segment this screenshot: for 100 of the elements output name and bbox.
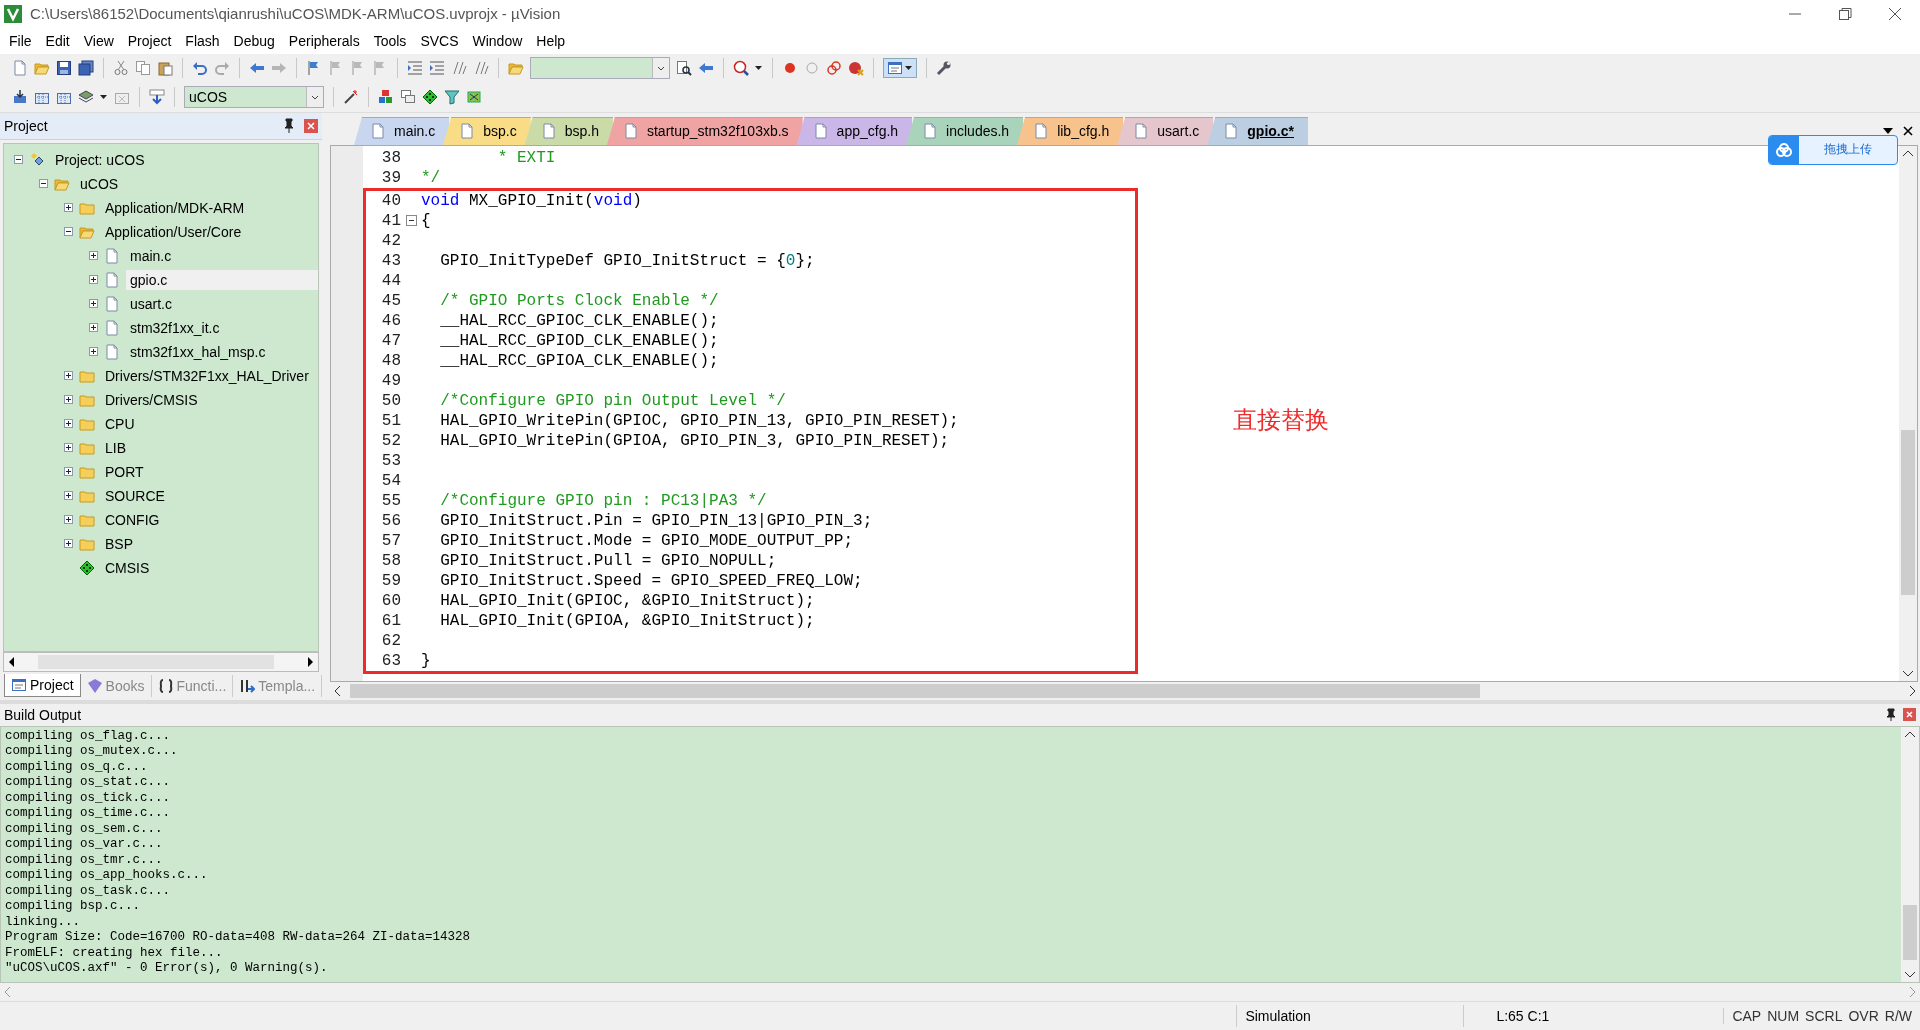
- scrollbar[interactable]: [1901, 726, 1919, 983]
- tree-toggle[interactable]: [39, 179, 48, 189]
- tree-toggle[interactable]: [89, 275, 98, 285]
- scrollbar-thumb[interactable]: [1903, 905, 1917, 961]
- menu-item[interactable]: Tools: [366, 29, 414, 52]
- editor-tab[interactable]: startup_stm32f103xb.s: [606, 116, 803, 145]
- indent-icon[interactable]: [407, 60, 423, 77]
- tree-toggle[interactable]: [64, 371, 73, 381]
- download-icon[interactable]: [149, 89, 165, 106]
- close-icon[interactable]: [1887, 5, 1903, 22]
- undo-icon[interactable]: [192, 60, 208, 77]
- editor-tab[interactable]: bsp.c: [443, 116, 531, 145]
- copy-icon[interactable]: [135, 60, 151, 77]
- menu-item[interactable]: Debug: [226, 29, 282, 52]
- tree-toggle[interactable]: [64, 203, 73, 213]
- tree-toggle[interactable]: [89, 347, 98, 357]
- tree-item[interactable]: Project: uCOS: [51, 149, 149, 170]
- tree-toggle[interactable]: [89, 251, 98, 261]
- restore-icon[interactable]: [1837, 5, 1853, 22]
- tree-item[interactable]: stm32f1xx_it.c: [126, 317, 224, 338]
- slash-lines-icon[interactable]: [451, 60, 467, 77]
- functions-icon: [157, 677, 174, 694]
- menu-item[interactable]: Help: [529, 29, 573, 52]
- scrollbar[interactable]: [3, 651, 319, 672]
- tree-item[interactable]: gpio.c: [126, 269, 318, 290]
- tree-toggle[interactable]: [14, 155, 23, 165]
- tree-item[interactable]: CMSIS: [101, 557, 154, 578]
- menu-item[interactable]: SVCS: [413, 29, 466, 52]
- tree-toggle[interactable]: [64, 395, 73, 405]
- tree-toggle[interactable]: [64, 443, 73, 453]
- line-number: 44: [380, 270, 401, 291]
- target-combo[interactable]: uCOS: [184, 86, 324, 109]
- tree-toggle[interactable]: [64, 419, 73, 429]
- tree-toggle[interactable]: [64, 515, 73, 525]
- tree-item[interactable]: CONFIG: [101, 509, 164, 530]
- paste-icon[interactable]: [157, 60, 173, 77]
- tree-toggle[interactable]: [64, 227, 73, 237]
- scrollbar-thumb[interactable]: [1901, 429, 1915, 595]
- menu-item[interactable]: Edit: [38, 29, 77, 52]
- tree-item[interactable]: PORT: [101, 461, 148, 482]
- file-search-icon[interactable]: [676, 60, 692, 77]
- tree-item[interactable]: Drivers/STM32F1xx_HAL_Driver: [101, 365, 313, 386]
- breakpoint-remove-icon[interactable]: [848, 60, 864, 77]
- tree-item[interactable]: BSP: [101, 533, 137, 554]
- tree-item[interactable]: stm32f1xx_hal_msp.c: [126, 341, 270, 362]
- tree-item[interactable]: LIB: [101, 437, 130, 458]
- save-all-icon[interactable]: [78, 60, 94, 77]
- save-icon[interactable]: [56, 60, 72, 77]
- tree-item[interactable]: Application/User/Core: [101, 221, 246, 242]
- cut-icon[interactable]: [113, 60, 129, 77]
- menu-item[interactable]: File: [2, 29, 39, 52]
- window-layout-button[interactable]: [883, 58, 917, 79]
- editor-tab[interactable]: main.c: [354, 116, 450, 145]
- tree-item[interactable]: main.c: [126, 245, 176, 266]
- scrollbar[interactable]: [1899, 145, 1917, 681]
- blocks-icon[interactable]: [378, 89, 394, 106]
- tree-item[interactable]: usart.c: [126, 293, 176, 314]
- line-number: 59: [380, 570, 401, 591]
- funnel-icon[interactable]: [444, 89, 460, 106]
- indent-icon[interactable]: [429, 60, 445, 77]
- line-number: 55: [380, 490, 401, 511]
- tree-toggle[interactable]: [64, 491, 73, 501]
- rings-icon[interactable]: [826, 60, 842, 77]
- tree-toggle[interactable]: [64, 467, 73, 477]
- editor-tab[interactable]: lib_cfg.h: [1017, 116, 1124, 145]
- menu-item[interactable]: Project: [120, 29, 179, 52]
- pin-icon[interactable]: [282, 117, 296, 134]
- tree-item[interactable]: SOURCE: [101, 485, 169, 506]
- magic-wand-icon[interactable]: [343, 89, 359, 106]
- menu-item[interactable]: View: [76, 29, 121, 52]
- windows-icon[interactable]: [400, 89, 416, 106]
- component-icon[interactable]: [422, 89, 438, 106]
- menu-item[interactable]: Window: [465, 29, 530, 52]
- tree-toggle[interactable]: [64, 539, 73, 549]
- tree-item[interactable]: uCOS: [76, 173, 123, 194]
- line-number: 54: [380, 470, 401, 491]
- scrollbar-thumb[interactable]: [350, 683, 1480, 698]
- editor-tab[interactable]: usart.c: [1117, 116, 1214, 145]
- code-line: GPIO_InitStruct.Pull = GPIO_NOPULL;: [439, 550, 777, 571]
- pin-icon[interactable]: [1885, 707, 1897, 722]
- editor-tab[interactable]: includes.h: [906, 116, 1024, 145]
- settings-icon[interactable]: [936, 60, 952, 77]
- tree-toggle[interactable]: [89, 299, 98, 309]
- code-line: GPIO_InitTypeDef GPIO_InitStruct = {0};: [439, 250, 815, 271]
- tree-item[interactable]: CPU: [101, 413, 139, 434]
- upload-button[interactable]: 拖拽上传: [1768, 134, 1898, 165]
- tree-item[interactable]: Application/MDK-ARM: [101, 197, 249, 218]
- panel-tab[interactable]: Project: [4, 674, 81, 698]
- menu-item[interactable]: Flash: [178, 29, 227, 52]
- fold-toggle[interactable]: [405, 215, 417, 227]
- slash-lines-icon[interactable]: [473, 60, 489, 77]
- file-icon: [1133, 123, 1150, 140]
- editor-tab[interactable]: app_cfg.h: [796, 116, 913, 145]
- tree-item[interactable]: Drivers/CMSIS: [101, 389, 202, 410]
- tree-toggle[interactable]: [89, 323, 98, 333]
- menu-item[interactable]: Peripherals: [281, 29, 367, 52]
- editor-tab[interactable]: bsp.h: [524, 116, 613, 145]
- editor-tab[interactable]: gpio.c*: [1207, 116, 1308, 145]
- code-line: }: [421, 650, 431, 671]
- close-icon[interactable]: [1902, 124, 1914, 137]
